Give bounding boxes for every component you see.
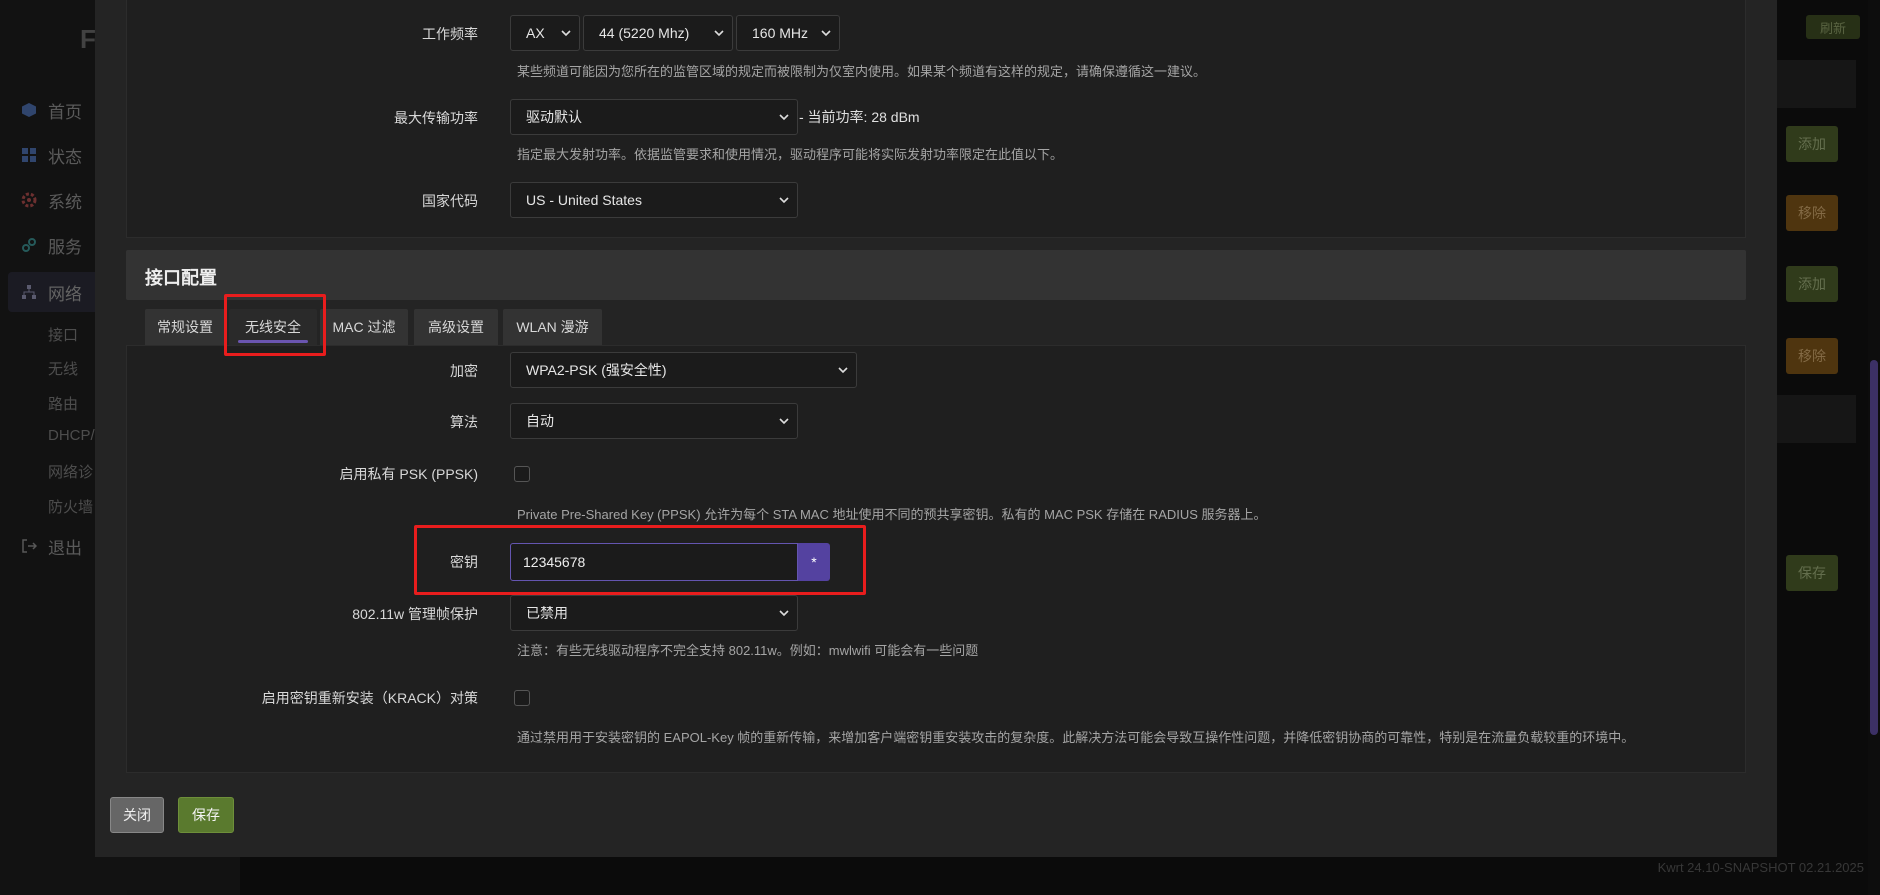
tab-advanced[interactable]: 高级设置 xyxy=(414,309,498,345)
ppsk-label: 启用私有 PSK (PPSK) xyxy=(339,466,478,482)
close-button[interactable]: 关闭 xyxy=(110,797,164,833)
ieee80211w-label: 802.11w 管理帧保护 xyxy=(352,606,478,622)
chevron-down-icon xyxy=(714,30,724,37)
cipher-label: 算法 xyxy=(450,414,478,430)
country-value: US - United States xyxy=(526,192,642,208)
tab-label: 常规设置 xyxy=(157,319,213,335)
active-tab-indicator xyxy=(238,340,308,343)
chevron-down-icon xyxy=(779,197,789,204)
current-power: - 当前功率: 28 dBm xyxy=(799,109,920,125)
key-label: 密钥 xyxy=(450,554,478,570)
country-label: 国家代码 xyxy=(422,193,478,209)
ieee80211w-select[interactable]: 已禁用 xyxy=(510,595,798,631)
tab-label: 高级设置 xyxy=(428,319,484,335)
country-select[interactable]: US - United States xyxy=(510,182,798,218)
width-value: 160 MHz xyxy=(752,25,809,41)
tab-label: 无线安全 xyxy=(245,319,301,335)
cipher-select[interactable]: 自动 xyxy=(510,403,798,439)
key-input[interactable]: 12345678 xyxy=(510,543,798,581)
chevron-down-icon xyxy=(838,367,848,374)
chevron-down-icon xyxy=(561,30,571,37)
chevron-down-icon xyxy=(779,114,789,121)
ieee80211w-hint: 注意：有些无线驱动程序不完全支持 802.11w。例如：mwlwifi 可能会有… xyxy=(517,643,979,658)
tab-label: WLAN 漫游 xyxy=(516,319,589,335)
save-button[interactable]: 保存 xyxy=(178,797,234,833)
chevron-down-icon xyxy=(779,610,789,617)
reveal-password-button[interactable]: * xyxy=(798,543,830,581)
encryption-label: 加密 xyxy=(450,363,478,379)
channel-select[interactable]: 44 (5220 Mhz) xyxy=(583,15,733,51)
tab-wireless-security[interactable]: 无线安全 xyxy=(229,309,317,345)
encryption-value: WPA2-PSK (强安全性) xyxy=(526,362,667,378)
ieee80211w-value: 已禁用 xyxy=(526,605,568,621)
tab-general[interactable]: 常规设置 xyxy=(145,309,225,345)
interface-config-header: 接口配置 xyxy=(126,250,1746,300)
section-title: 接口配置 xyxy=(145,268,217,288)
tab-label: MAC 过滤 xyxy=(332,319,396,335)
mode-value: AX xyxy=(526,25,545,41)
wireless-security-panel xyxy=(126,345,1746,773)
chevron-down-icon xyxy=(821,30,831,37)
krack-hint: 通过禁用用于安装密钥的 EAPOL-Key 帧的重新传输，来增加客户端密钥重安装… xyxy=(517,730,1635,745)
chevron-down-icon xyxy=(779,418,789,425)
mode-select[interactable]: AX xyxy=(510,15,580,51)
ppsk-hint: Private Pre-Shared Key (PPSK) 允许为每个 STA … xyxy=(517,507,1267,522)
txpower-select[interactable]: 驱动默认 xyxy=(510,99,798,135)
krack-label: 启用密钥重新安装（KRACK）对策 xyxy=(261,690,478,706)
tab-mac-filter[interactable]: MAC 过滤 xyxy=(320,309,408,345)
channel-value: 44 (5220 Mhz) xyxy=(599,25,690,41)
cipher-value: 自动 xyxy=(526,413,554,429)
frequency-hint: 某些频道可能因为您所在的监管区域的规定而被限制为仅室内使用。如果某个频道有这样的… xyxy=(517,64,1207,79)
frequency-label: 工作频率 xyxy=(422,26,478,42)
ppsk-checkbox[interactable] xyxy=(514,466,530,482)
encryption-select[interactable]: WPA2-PSK (强安全性) xyxy=(510,352,857,388)
txpower-label: 最大传输功率 xyxy=(394,110,478,126)
tab-wlan-roaming[interactable]: WLAN 漫游 xyxy=(503,309,602,345)
width-select[interactable]: 160 MHz xyxy=(736,15,840,51)
txpower-hint: 指定最大发射功率。依据监管要求和使用情况，驱动程序可能将实际发射功率限定在此值以… xyxy=(517,147,1064,162)
txpower-value: 驱动默认 xyxy=(526,109,582,125)
krack-checkbox[interactable] xyxy=(514,690,530,706)
